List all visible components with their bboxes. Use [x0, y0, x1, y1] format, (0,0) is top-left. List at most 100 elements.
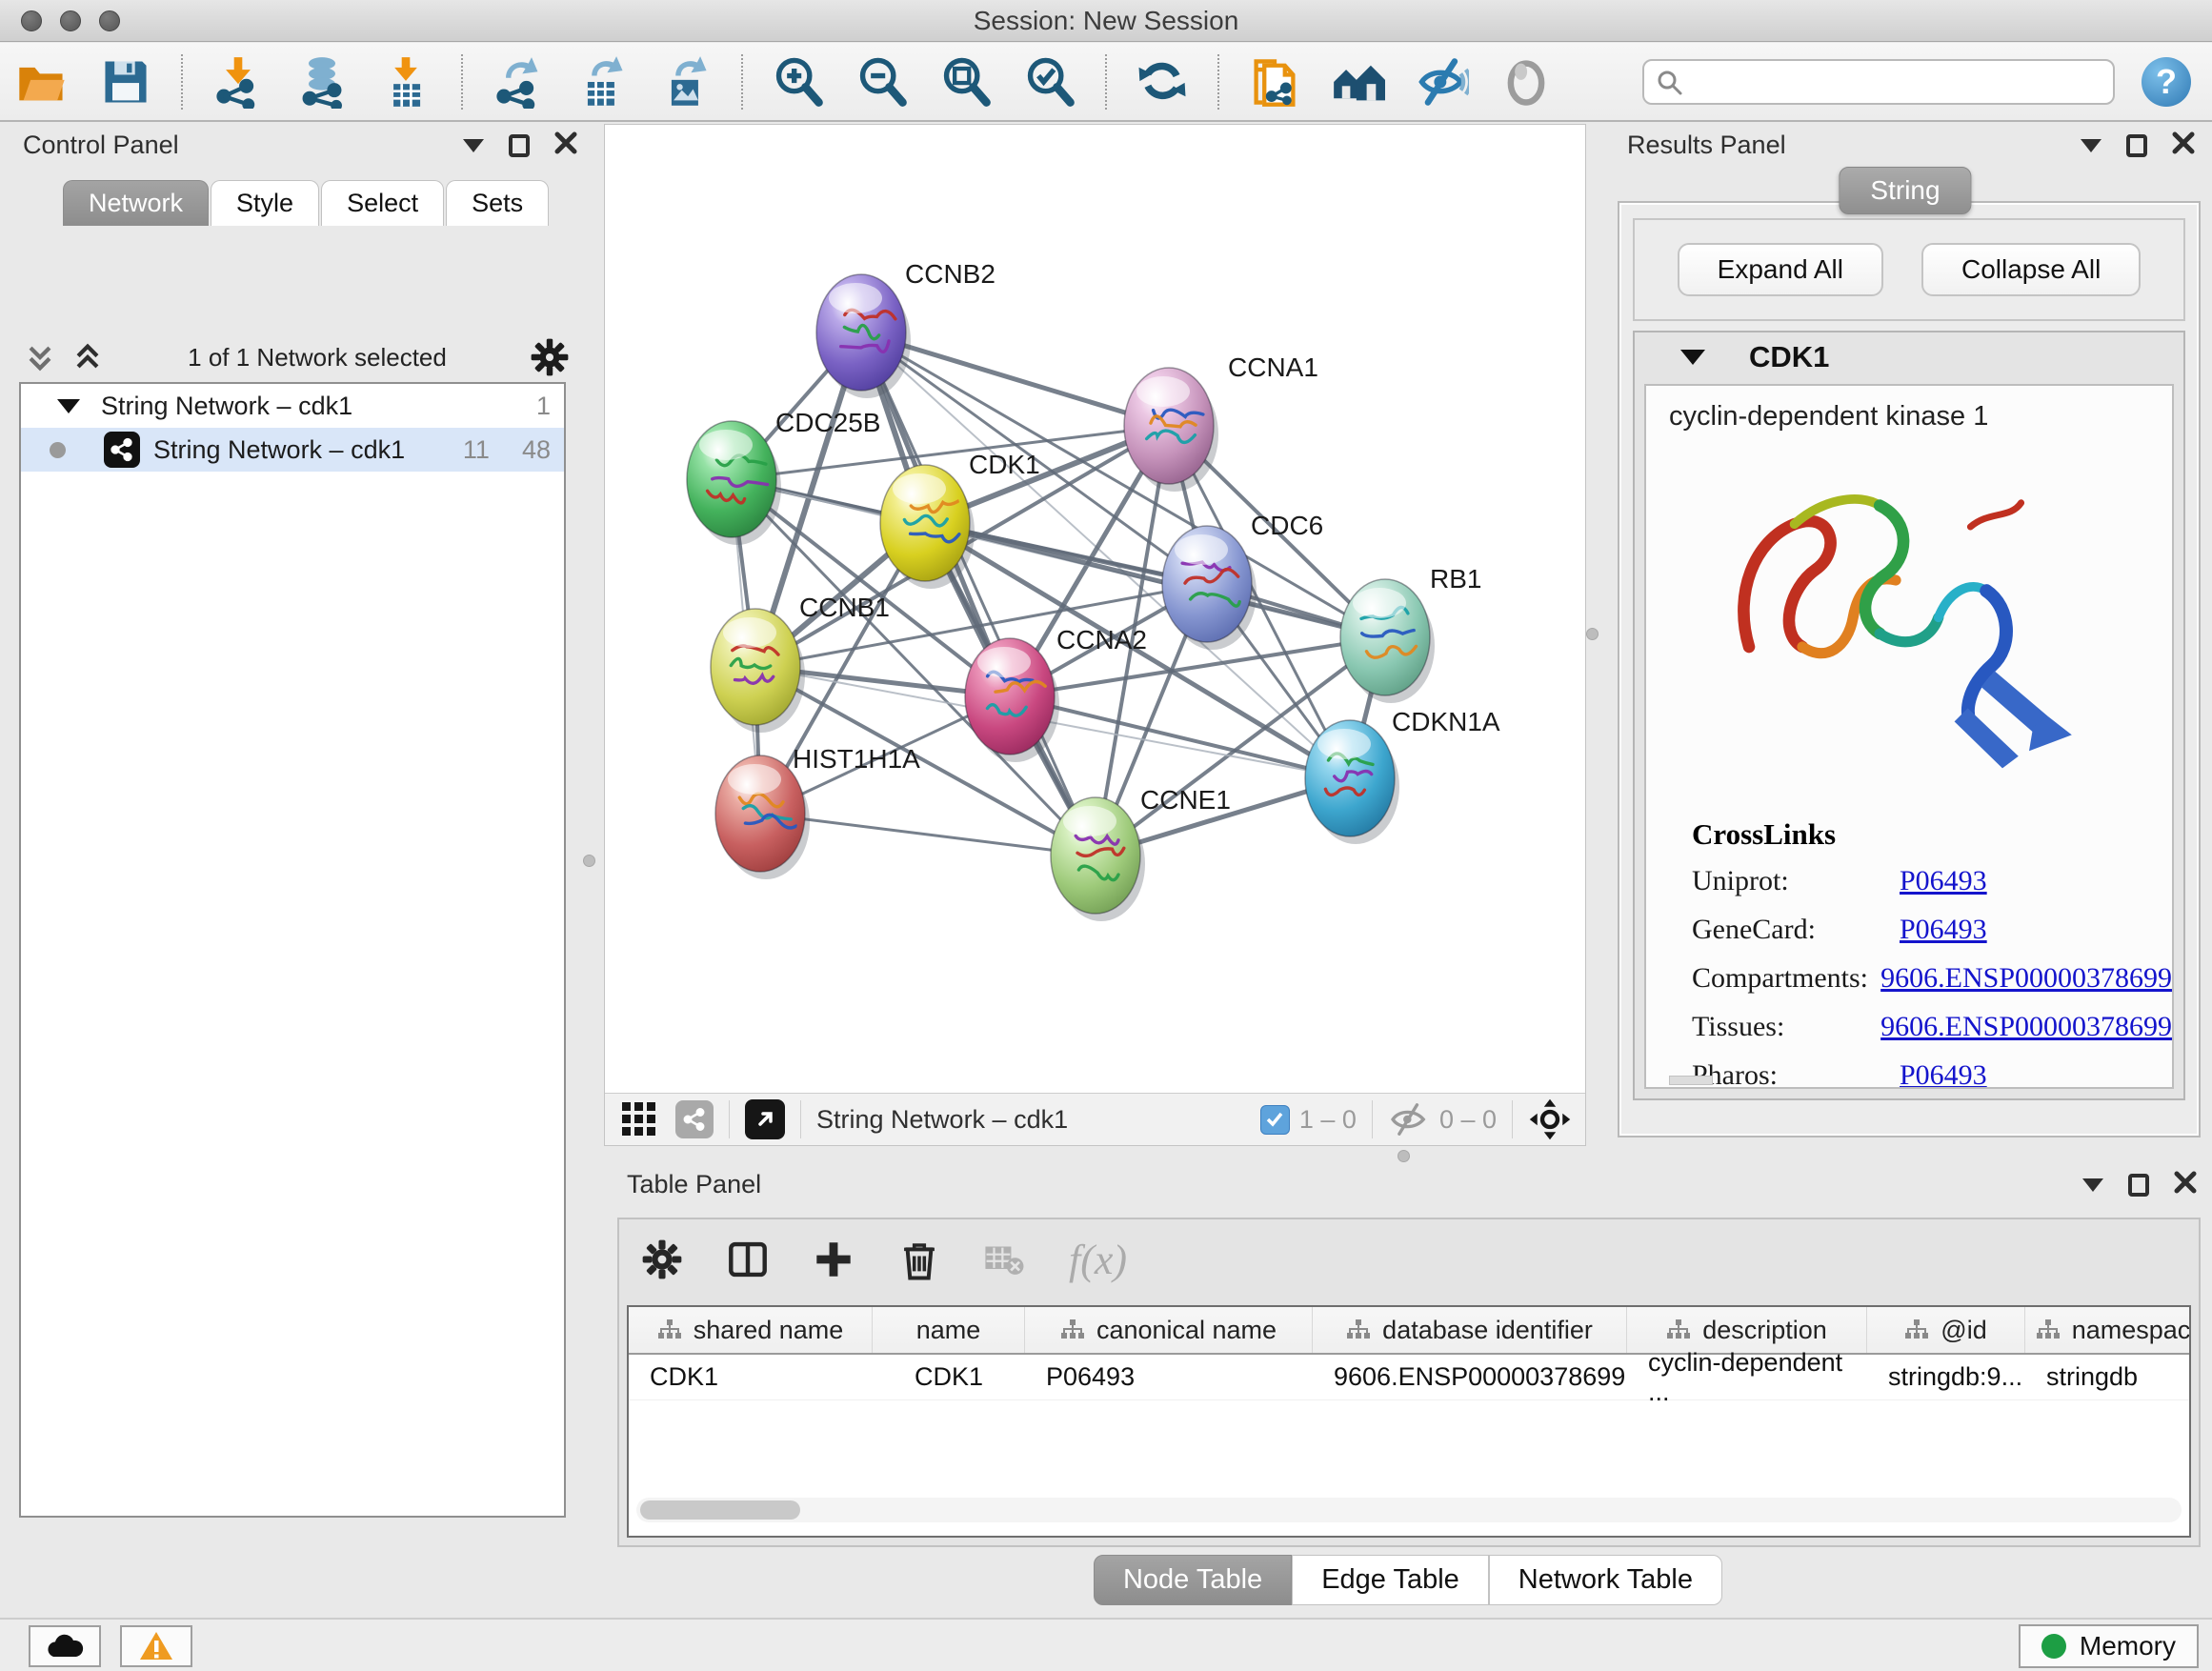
gene-expanded-caret-icon[interactable] — [1680, 350, 1705, 365]
network-row-selected[interactable]: String Network – cdk1 11 48 — [21, 428, 564, 472]
network-node-CDC25B[interactable]: CDC25B — [687, 408, 880, 545]
control-panel-tab-style[interactable]: Style — [211, 180, 319, 226]
network-node-RB1[interactable]: RB1 — [1340, 564, 1481, 703]
network-node-CDK1[interactable]: CDK1 — [880, 450, 1040, 589]
network-edge-CCNB2-CCNE1[interactable] — [861, 332, 1096, 856]
crosslink-link[interactable]: 9606.ENSP00000378699 — [1880, 962, 2172, 995]
network-node-CCNE1[interactable]: CCNE1 — [1051, 785, 1231, 921]
column-header-namespace[interactable]: namespace — [2025, 1307, 2191, 1353]
import-network-from-database-button[interactable] — [291, 50, 353, 113]
warnings-button[interactable] — [120, 1625, 192, 1667]
add-column-icon[interactable] — [812, 1238, 855, 1281]
expand-all-button[interactable]: Expand All — [1678, 243, 1883, 296]
collapse-all-icon[interactable] — [23, 341, 57, 373]
scrollbar-thumb[interactable] — [640, 1500, 800, 1520]
right-splitter-handle[interactable] — [1586, 628, 1599, 640]
show-columns-icon[interactable] — [726, 1238, 770, 1281]
panel-close-icon[interactable] — [554, 131, 577, 159]
panel-close-icon[interactable] — [2174, 1171, 2197, 1198]
network-canvas[interactable]: CCNB2 CCNA1 CDC25BCDK1 CDC6RB1 CCNB1 CCNA2 CDK… — [605, 125, 1585, 1093]
help-button[interactable]: ? — [2142, 57, 2191, 107]
column-header-id[interactable]: @id — [1867, 1307, 2025, 1353]
crosslink-link[interactable]: P06493 — [1900, 914, 1987, 946]
table-cell[interactable]: stringdb:9... — [1867, 1355, 2025, 1399]
show-graphics-button[interactable] — [1495, 50, 1558, 113]
network-node-HIST1H1A[interactable]: HIST1H1A — [715, 744, 920, 879]
save-session-button[interactable] — [94, 50, 157, 113]
column-header-sharedname[interactable]: shared name — [629, 1307, 873, 1353]
network-from-document-button[interactable] — [1243, 50, 1306, 113]
table-cell[interactable]: CDK1 — [629, 1355, 873, 1399]
delete-column-icon[interactable] — [897, 1238, 941, 1281]
open-session-button[interactable] — [10, 50, 73, 113]
network-node-CCNA1[interactable]: CCNA1 — [1124, 352, 1318, 492]
zoom-selected-button[interactable] — [1018, 50, 1081, 113]
panel-float-icon[interactable] — [2126, 134, 2147, 157]
hide-selected-button[interactable] — [1411, 50, 1474, 113]
table-cell[interactable]: cyclin-dependent ... — [1627, 1355, 1867, 1399]
collection-expanded-caret-icon[interactable] — [57, 399, 80, 413]
column-header-name[interactable]: name — [873, 1307, 1025, 1353]
export-table-button[interactable] — [571, 50, 633, 113]
refresh-button[interactable] — [1131, 50, 1194, 113]
network-thumbnail-icon[interactable] — [675, 1100, 714, 1138]
horizontal-splitter-handle[interactable] — [1398, 1150, 1410, 1162]
control-panel-tab-sets[interactable]: Sets — [446, 180, 549, 226]
control-panel-tab-select[interactable]: Select — [321, 180, 444, 226]
zoom-in-button[interactable] — [767, 50, 830, 113]
home-button[interactable] — [1327, 50, 1390, 113]
search-input[interactable] — [1642, 59, 2115, 105]
import-network-button[interactable] — [207, 50, 270, 113]
network-node-CDC6[interactable]: CDC6 — [1162, 511, 1323, 650]
detach-view-icon[interactable] — [745, 1099, 785, 1139]
cloud-status-button[interactable] — [29, 1625, 101, 1667]
control-panel-tab-network[interactable]: Network — [63, 180, 209, 226]
table-tab-node-table[interactable]: Node Table — [1094, 1555, 1292, 1605]
network-collection-row[interactable]: String Network – cdk1 1 — [21, 384, 564, 428]
panel-menu-icon[interactable] — [2082, 1178, 2103, 1192]
panel-menu-icon[interactable] — [463, 139, 484, 152]
table-cell[interactable]: stringdb — [2025, 1355, 2191, 1399]
column-header-description[interactable]: description — [1627, 1307, 1867, 1353]
panel-float-icon[interactable] — [509, 134, 530, 157]
table-cell[interactable]: P06493 — [1025, 1355, 1313, 1399]
crosslink-link[interactable]: P06493 — [1900, 1059, 1987, 1089]
zoom-fit-button[interactable] — [935, 50, 997, 113]
export-image-button[interactable] — [654, 50, 717, 113]
results-scrollbar-thumb[interactable] — [1669, 1076, 1713, 1085]
network-options-gear-icon[interactable] — [530, 337, 570, 377]
grid-view-icon[interactable] — [620, 1100, 658, 1138]
crosslink-link[interactable]: P06493 — [1900, 865, 1987, 897]
table-cell[interactable]: 9606.ENSP00000378699 — [1313, 1355, 1627, 1399]
fit-selected-crosshair-icon[interactable] — [1528, 1097, 1572, 1141]
collapse-all-button[interactable]: Collapse All — [1921, 243, 2141, 296]
gene-section-header[interactable]: CDK1 — [1635, 332, 2183, 382]
table-horizontal-scrollbar[interactable] — [636, 1498, 2182, 1522]
export-network-button[interactable] — [487, 50, 550, 113]
table-tab-edge-table[interactable]: Edge Table — [1292, 1555, 1489, 1605]
memory-button[interactable]: Memory — [2019, 1624, 2199, 1668]
zoom-out-button[interactable] — [851, 50, 914, 113]
network-node-CDKN1A[interactable]: CDKN1A — [1305, 707, 1500, 844]
import-table-button[interactable] — [374, 50, 437, 113]
panel-close-icon[interactable] — [2172, 131, 2195, 159]
table-settings-gear-icon[interactable] — [640, 1238, 684, 1281]
column-header-databaseidentifier[interactable]: database identifier — [1313, 1307, 1627, 1353]
column-header-canonicalname[interactable]: canonical name — [1025, 1307, 1313, 1353]
expand-collapse-up-icon[interactable] — [70, 341, 105, 373]
network-canvas-svg[interactable]: CCNB2 CCNA1 CDC25BCDK1 CDC6RB1 CCNB1 CCNA2 CDK… — [605, 125, 1585, 1093]
network-node-CCNB1[interactable]: CCNB1 — [711, 593, 890, 733]
results-tab-string[interactable]: String — [1839, 167, 1971, 214]
panel-float-icon[interactable] — [2128, 1174, 2149, 1197]
crosslink-link[interactable]: 9606.ENSP00000378699 — [1880, 1011, 2172, 1043]
panel-menu-icon[interactable] — [2081, 139, 2101, 152]
selected-checkbox-icon[interactable] — [1260, 1105, 1290, 1135]
network-node-CCNB2[interactable]: CCNB2 — [816, 259, 995, 398]
table-cell[interactable]: CDK1 — [873, 1355, 1025, 1399]
table-tab-network-table[interactable]: Network Table — [1489, 1555, 1722, 1605]
network-edge-HIST1H1A-CCNE1[interactable] — [760, 814, 1096, 856]
network-edge-CDK1-RB1[interactable] — [925, 523, 1385, 637]
table-row[interactable]: CDK1CDK1P064939606.ENSP00000378699cyclin… — [629, 1355, 2189, 1400]
network-node-CCNA2[interactable]: CCNA2 — [965, 625, 1147, 762]
left-splitter-handle[interactable] — [583, 855, 595, 867]
